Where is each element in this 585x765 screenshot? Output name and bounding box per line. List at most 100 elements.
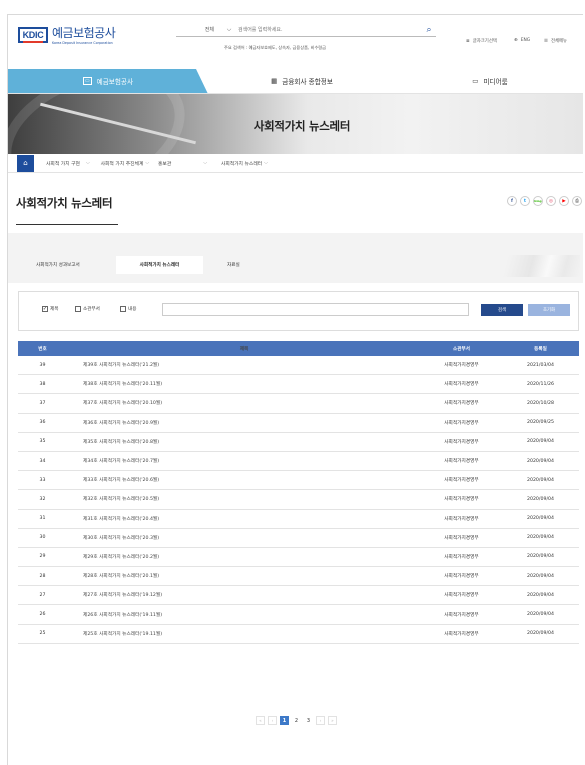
- language-button[interactable]: ⊕ ENG: [514, 38, 530, 43]
- row-title-link[interactable]: 제36호 사회적가치 뉴스레터('20.9월): [67, 414, 421, 432]
- search-icon[interactable]: ⌕: [422, 25, 436, 35]
- menu-icon: ☰: [544, 38, 548, 44]
- row-number: 32: [39, 496, 46, 502]
- table-row[interactable]: 29 제29호 사회적가치 뉴스레터('20.2월) 사회적가치경영부 2020/09…: [18, 548, 579, 568]
- next-page-button[interactable]: ›: [316, 716, 325, 725]
- row-dept: 사회적가치경영부: [444, 554, 479, 560]
- row-title-link[interactable]: 제27호 사회적가치 뉴스레터('19.12월): [67, 586, 421, 604]
- youtube-icon[interactable]: ▶: [559, 196, 569, 206]
- row-title-link[interactable]: 제28호 사회적가치 뉴스레터('20.1월): [67, 567, 421, 585]
- breadcrumb-item[interactable]: 사회적 가치 추진체계 ⌵: [101, 160, 149, 167]
- row-number: 29: [39, 554, 46, 560]
- checkbox-checked-icon: ✓: [42, 306, 48, 312]
- breadcrumb-item[interactable]: 사회적가치 뉴스레터 ⌵: [221, 160, 268, 167]
- all-menu-button[interactable]: ☰ 전체메뉴: [544, 38, 567, 45]
- page-number[interactable]: 2: [292, 716, 301, 725]
- gnb-tab-media-room[interactable]: ▭ 미디어룸: [396, 69, 583, 94]
- site-logo[interactable]: KDIC 예금보험공사 Korea Deposit Insurance Corp…: [18, 27, 116, 45]
- table-row[interactable]: 26 제26호 사회적가치 뉴스레터('19.11월) 사회적가치경영부 2020/0…: [18, 605, 579, 625]
- row-date: 2020/09/04: [526, 535, 555, 541]
- breadcrumb-item[interactable]: 사회적 가치 구현 ⌵: [46, 160, 90, 167]
- row-dept: 사회적가치경영부: [444, 420, 479, 426]
- row-number: 37: [39, 400, 46, 406]
- building-icon: ▦: [271, 77, 278, 85]
- row-date: 2020/11/26: [526, 381, 555, 387]
- row-title-link[interactable]: 제39호 사회적가치 뉴스레터('21.2월): [67, 356, 421, 374]
- row-title-link[interactable]: 제38호 사회적가치 뉴스레터('20.11월): [67, 375, 421, 393]
- row-title-link[interactable]: 제31호 사회적가치 뉴스레터('20.4월): [67, 510, 421, 528]
- checkbox-icon: [120, 306, 126, 312]
- table-row[interactable]: 31 제31호 사회적가치 뉴스레터('20.4월) 사회적가치경영부 2020/09…: [18, 510, 579, 529]
- facebook-icon[interactable]: f: [507, 196, 517, 206]
- text-size-button[interactable]: ≣ 글자크기선택: [466, 38, 497, 45]
- instagram-icon[interactable]: ◎: [546, 196, 556, 206]
- row-title-link[interactable]: 제37호 사회적가치 뉴스레터('20.10월): [67, 394, 421, 412]
- table-row[interactable]: 30 제30호 사회적가치 뉴스레터('20.3월) 사회적가치경영부 2020/09…: [18, 529, 579, 548]
- table-row[interactable]: 39 제39호 사회적가치 뉴스레터('21.2월) 사회적가치경영부 2021/03…: [18, 356, 579, 376]
- row-title-link[interactable]: 제25호 사회적가치 뉴스레터('19.11월): [67, 625, 421, 643]
- table-row[interactable]: 28 제28호 사회적가치 뉴스레터('20.1월) 사회적가치경영부 2020/09…: [18, 567, 579, 587]
- page-number[interactable]: 3: [304, 716, 313, 725]
- row-dept: 사회적가치경영부: [444, 574, 479, 580]
- row-date: 2021/03/04: [526, 362, 555, 368]
- filter-content-checkbox[interactable]: 내용: [120, 306, 136, 312]
- row-number: 26: [39, 612, 46, 618]
- row-dept: 사회적가치경영부: [444, 516, 479, 522]
- keyword-input[interactable]: [162, 303, 469, 316]
- row-title-link[interactable]: 제29호 사회적가치 뉴스레터('20.2월): [67, 548, 421, 566]
- table-row[interactable]: 37 제37호 사회적가치 뉴스레터('20.10월) 사회적가치경영부 2020/1…: [18, 394, 579, 414]
- page-title: 사회적가치 뉴스레터: [16, 196, 113, 210]
- global-nav: ▭ 예금보험공사 ▦ 금융회사 종합정보 ▭ 미디어룸: [8, 69, 583, 94]
- search-button[interactable]: 검색: [481, 304, 523, 316]
- table-row[interactable]: 25 제25호 사회적가치 뉴스레터('19.11월) 사회적가치경영부 2020/0…: [18, 625, 579, 644]
- print-icon[interactable]: ⎙: [572, 196, 582, 206]
- row-date: 2020/09/04: [526, 477, 555, 483]
- search-scope-select[interactable]: 전체: [176, 26, 220, 33]
- row-title-link[interactable]: 제33호 사회적가치 뉴스레터('20.6월): [67, 471, 421, 489]
- page-number-current[interactable]: 1: [280, 716, 289, 725]
- row-title-link[interactable]: 제34호 사회적가치 뉴스레터('20.7월): [67, 452, 421, 470]
- col-date-header: 등록일: [534, 346, 547, 352]
- row-title-link[interactable]: 제35호 사회적가치 뉴스레터('20.8월): [67, 433, 421, 451]
- chevron-down-icon[interactable]: ⌵: [220, 26, 238, 34]
- table-row[interactable]: 38 제38호 사회적가치 뉴스레터('20.11월) 사회적가치경영부 2020/1…: [18, 375, 579, 395]
- gnb-tab-financial-info[interactable]: ▦ 금융회사 종합정보: [208, 69, 396, 94]
- row-title-link[interactable]: 제32호 사회적가치 뉴스레터('20.5월): [67, 490, 421, 508]
- table-row[interactable]: 34 제34호 사회적가치 뉴스레터('20.7월) 사회적가치경영부 2020/09…: [18, 452, 579, 472]
- table-row[interactable]: 35 제35호 사회적가치 뉴스레터('20.8월) 사회적가치경영부 2020/09…: [18, 433, 579, 452]
- first-page-button[interactable]: «: [256, 716, 265, 725]
- col-dept-header: 소관부서: [453, 346, 470, 352]
- table-row[interactable]: 32 제32호 사회적가치 뉴스레터('20.5월) 사회적가치경영부 2020/09…: [18, 490, 579, 510]
- tab-archive[interactable]: 자료실: [203, 256, 263, 274]
- table-row[interactable]: 36 제36호 사회적가치 뉴스레터('20.9월) 사회적가치경영부 2020/09…: [18, 414, 579, 433]
- chevron-down-icon: ⌵: [85, 161, 90, 166]
- twitter-icon[interactable]: t: [520, 196, 530, 206]
- row-number: 27: [39, 592, 46, 598]
- row-date: 2020/09/04: [526, 592, 555, 598]
- gnb-tab-kdic[interactable]: ▭ 예금보험공사: [8, 69, 208, 94]
- last-page-button[interactable]: »: [328, 716, 337, 725]
- row-number: 38: [39, 381, 46, 387]
- blog-icon[interactable]: blog: [533, 196, 543, 206]
- filter-dept-checkbox[interactable]: 소관부서: [75, 306, 100, 312]
- site-header: KDIC 예금보험공사 Korea Deposit Insurance Corp…: [8, 15, 583, 69]
- text-size-icon: ≣: [466, 38, 470, 44]
- tab-newsletter[interactable]: 사회적가치 뉴스레터: [116, 256, 203, 274]
- row-title-link[interactable]: 제30호 사회적가치 뉴스레터('20.3월): [67, 529, 421, 547]
- table-row[interactable]: 27 제27호 사회적가치 뉴스레터('19.12월) 사회적가치경영부 2020/0…: [18, 586, 579, 606]
- row-title-link[interactable]: 제26호 사회적가치 뉴스레터('19.11월): [67, 605, 421, 623]
- col-number-header: 번호: [38, 346, 47, 352]
- col-title-header: 제목: [239, 346, 249, 352]
- tab-performance-report[interactable]: 사회적가치 성과보고서: [15, 256, 116, 274]
- home-icon[interactable]: ⌂: [17, 154, 34, 172]
- table-row[interactable]: 33 제33호 사회적가치 뉴스레터('20.6월) 사회적가치경영부 2020/09…: [18, 471, 579, 491]
- prev-page-button[interactable]: ‹: [268, 716, 277, 725]
- row-date: 2020/09/04: [526, 439, 555, 445]
- tab-list: 사회적가치 성과보고서 사회적가치 뉴스레터 자료실: [15, 256, 263, 274]
- row-number: 25: [39, 631, 46, 637]
- filter-title-checkbox[interactable]: ✓ 제목: [42, 306, 58, 312]
- page-frame: KDIC 예금보험공사 Korea Deposit Insurance Corp…: [7, 14, 583, 765]
- breadcrumb-item[interactable]: 홍보관 ⌵: [158, 160, 207, 167]
- search-input[interactable]: [238, 23, 422, 36]
- reset-button[interactable]: 초기화: [528, 304, 570, 316]
